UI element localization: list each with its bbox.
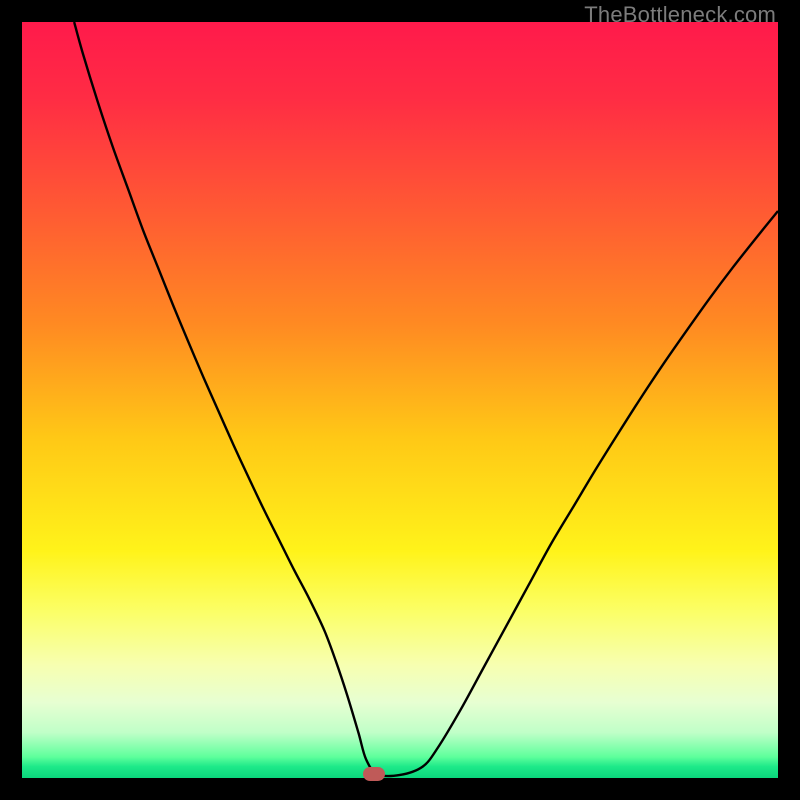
watermark-text: TheBottleneck.com [584, 2, 776, 28]
gradient-background [22, 22, 778, 778]
optimal-point-marker [363, 767, 385, 781]
bottleneck-chart [22, 22, 778, 778]
chart-frame [22, 22, 778, 778]
